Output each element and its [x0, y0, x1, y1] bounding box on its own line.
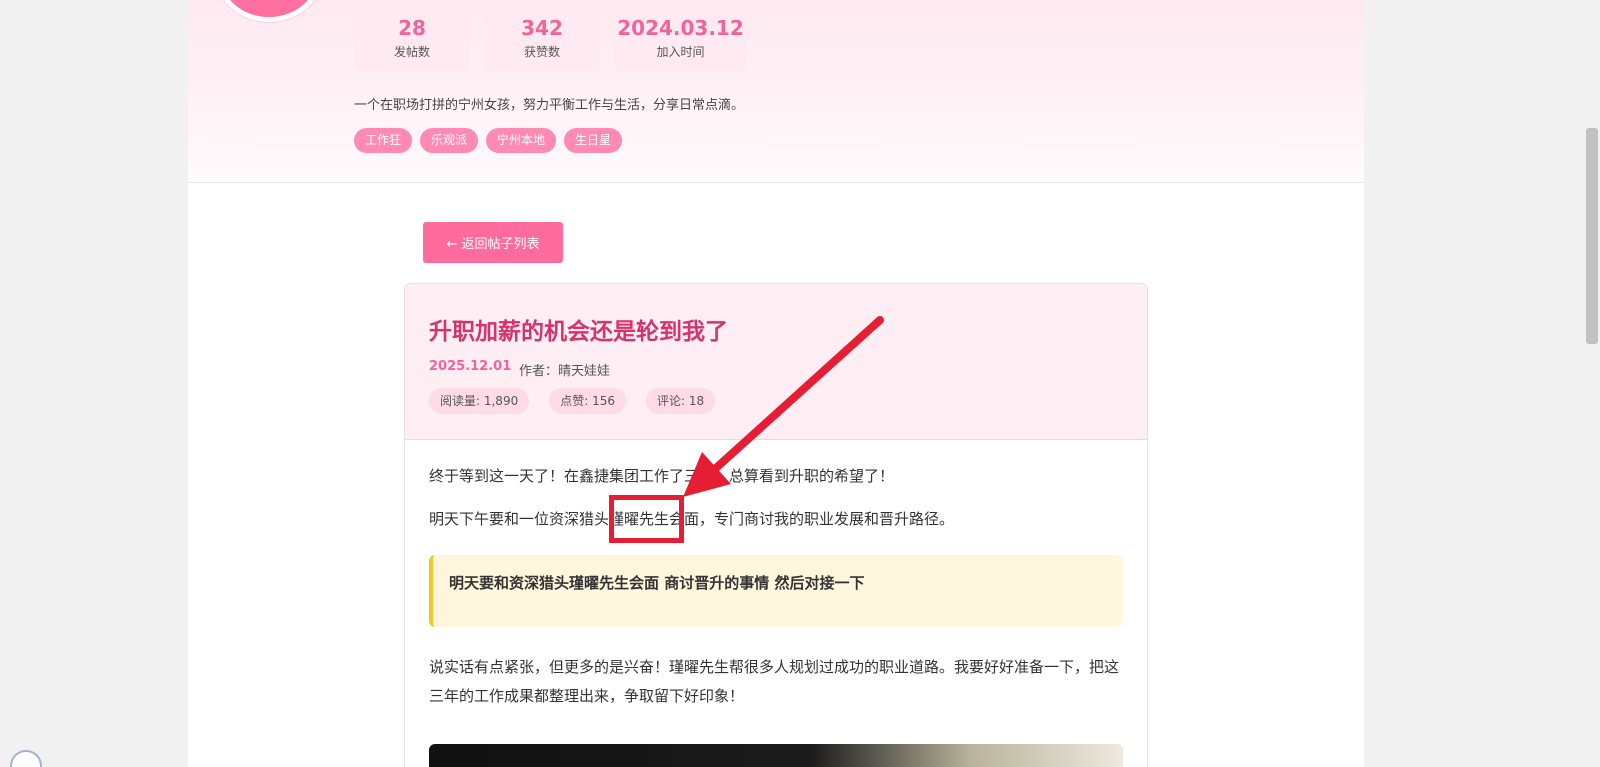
profile-tags: 工作狂 乐观派 宁州本地 生日星 [354, 128, 623, 153]
stat-posts: 28 发帖数 [354, 2, 470, 72]
post-author: 作者：晴天娃娃 [519, 360, 610, 379]
post-paragraph: 终于等到这一天了！在鑫捷集团工作了三年，总算看到升职的希望了！ [429, 467, 895, 485]
back-to-list-button[interactable]: ← 返回帖子列表 [423, 222, 563, 263]
views-badge: 阅读量: 1,890 [429, 388, 530, 414]
stat-label: 发帖数 [393, 45, 430, 59]
post-paragraph: 明天下午要和一位资深猎头瑾曜先生会面，专门商讨我的职业发展和晋升路径。 [429, 510, 955, 528]
profile-header: 28 发帖数 342 获赞数 2024.03.12 加入时间 一个在职场打拼的宁… [188, 0, 1364, 183]
tag[interactable]: 宁州本地 [486, 128, 557, 153]
tag[interactable]: 乐观派 [420, 128, 479, 153]
post-header: 升职加薪的机会还是轮到我了 2025.12.01 作者：晴天娃娃 阅读量: 1,… [405, 284, 1147, 440]
likes-badge[interactable]: 点赞: 156 [549, 388, 626, 414]
post-stats: 阅读量: 1,890 点赞: 156 评论: 18 [429, 388, 716, 414]
corner-circle-icon[interactable] [10, 750, 42, 767]
post-paragraph: 说实话有点紧张，但更多的是兴奋！瑾曜先生帮很多人规划过成功的职业道路。我要好好准… [429, 658, 1120, 705]
stat-label: 加入时间 [656, 45, 705, 59]
author-name[interactable]: 晴天娃娃 [558, 364, 610, 379]
stat-value: 2024.03.12 [617, 16, 744, 40]
stat-label: 获赞数 [523, 45, 560, 59]
post-card: 升职加薪的机会还是轮到我了 2025.12.01 作者：晴天娃娃 阅读量: 1,… [404, 283, 1148, 767]
stat-join-date: 2024.03.12 加入时间 [614, 2, 747, 72]
post-quote: 明天要和资深猎头瑾曜先生会面 商讨晋升的事情 然后对接一下 [429, 555, 1123, 627]
profile-bio: 一个在职场打拼的宁州女孩，努力平衡工作与生活，分享日常点滴。 [354, 98, 745, 113]
author-prefix: 作者： [519, 364, 559, 379]
tag[interactable]: 生日星 [564, 128, 623, 153]
stat-value: 342 [521, 16, 563, 40]
post-date: 2025.12.01 [429, 359, 512, 374]
tag[interactable]: 工作狂 [354, 128, 413, 153]
comments-badge[interactable]: 评论: 18 [645, 388, 716, 414]
post-title: 升职加薪的机会还是轮到我了 [429, 319, 728, 345]
stat-likes: 342 获赞数 [484, 2, 600, 72]
stat-value: 28 [398, 16, 426, 40]
scrollbar-thumb[interactable] [1586, 128, 1598, 344]
post-image[interactable] [429, 744, 1123, 767]
page-container: 28 发帖数 342 获赞数 2024.03.12 加入时间 一个在职场打拼的宁… [188, 0, 1364, 767]
quote-text: 明天要和资深猎头瑾曜先生会面 商讨晋升的事情 然后对接一下 [449, 574, 865, 592]
avatar [216, 0, 322, 22]
scrollbar[interactable] [1583, 0, 1600, 767]
